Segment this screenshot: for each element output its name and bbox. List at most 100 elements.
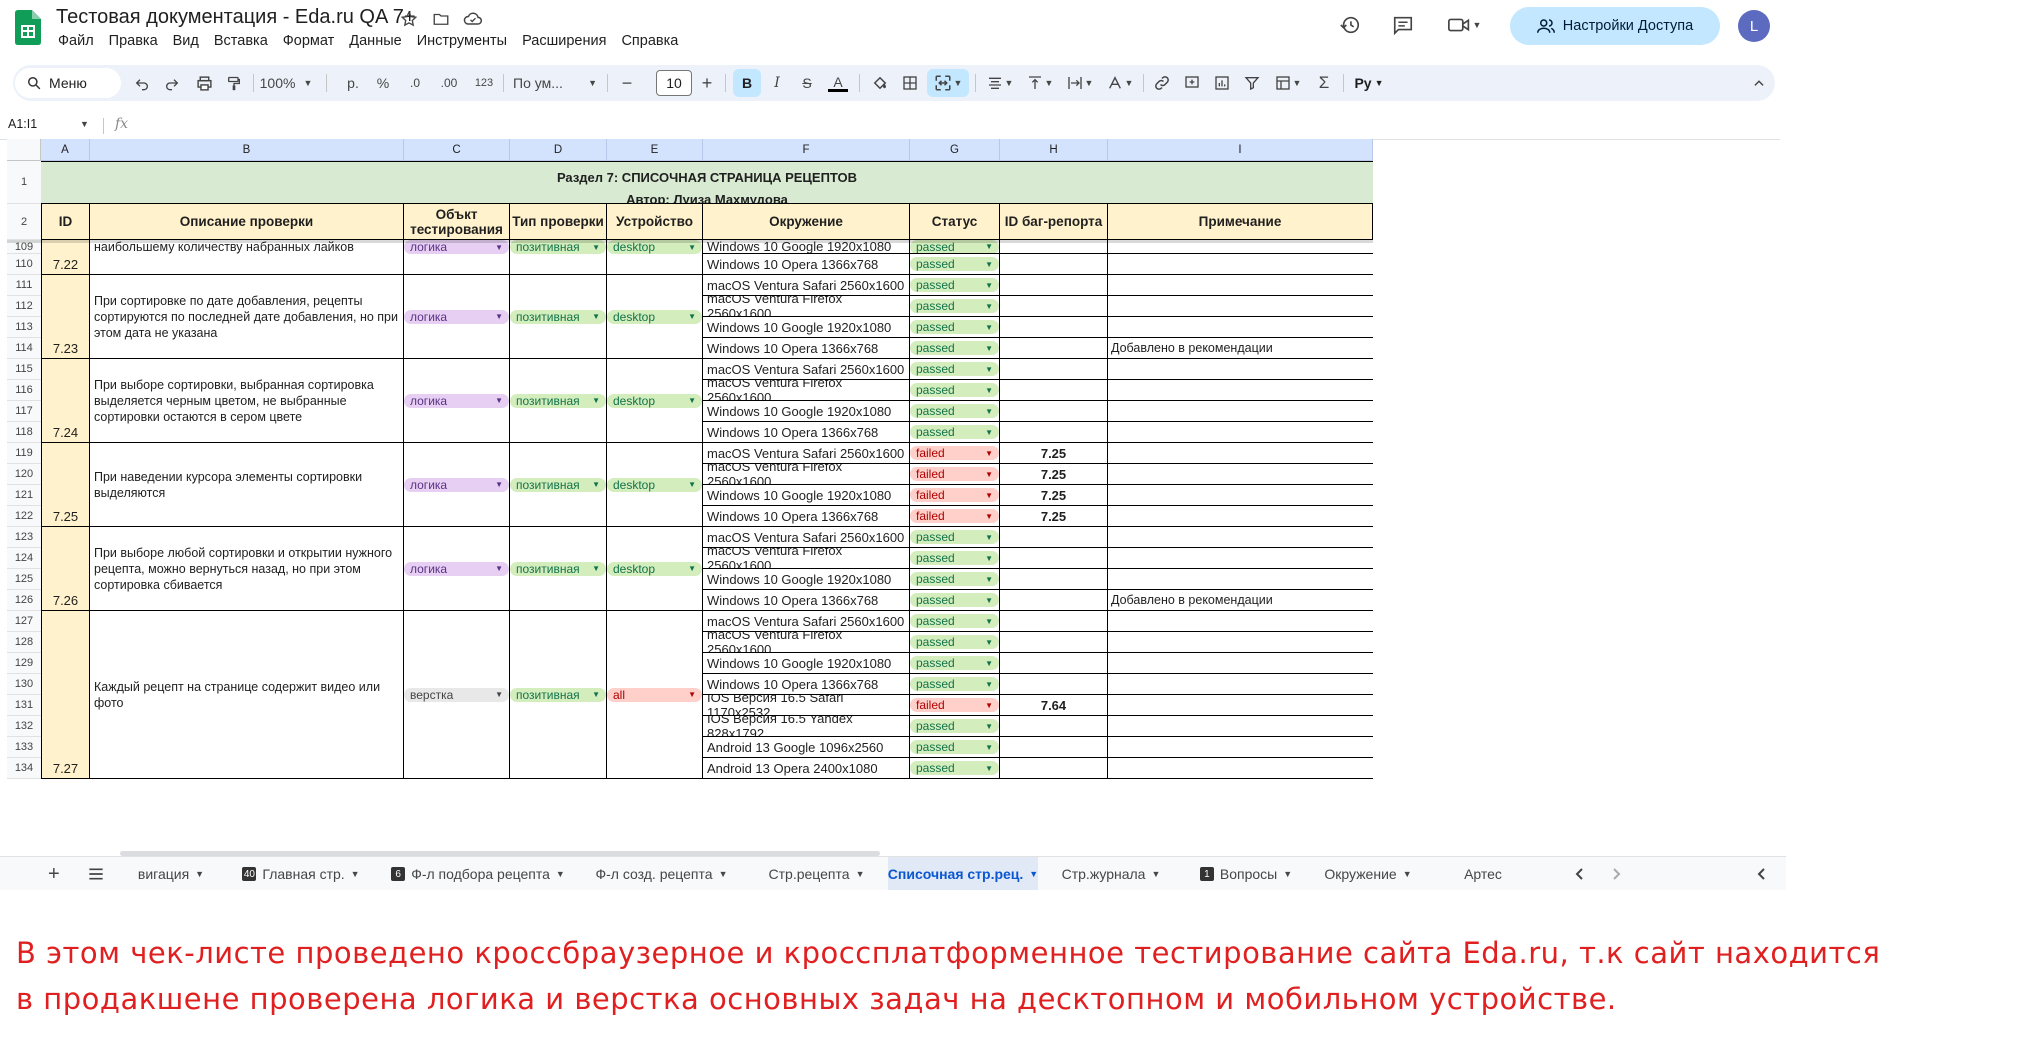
environment-cell[interactable]: macOS Ventura Safari 2560x1600 [703,359,910,380]
menu-insert[interactable]: Вставка [214,33,268,49]
row-header[interactable]: 1 [7,161,41,204]
status-cell[interactable]: passed ▼ [910,758,1000,779]
percent-format-button[interactable]: % [373,69,393,97]
chevron-down-icon[interactable]: ▼ [80,119,89,129]
note-cell[interactable] [1108,401,1373,422]
status-cell[interactable]: passed ▼ [910,275,1000,296]
note-cell[interactable] [1108,380,1373,401]
bug-report-cell[interactable] [1000,359,1108,380]
section-banner[interactable]: Раздел 7: СПИСОЧНАЯ СТРАНИЦА РЕЦЕПТОВ Авт… [41,161,1373,204]
column-header-b[interactable]: B [90,139,404,161]
header-cell-h[interactable]: ID баг-репорта [1000,204,1108,240]
comments-icon[interactable] [1390,12,1416,38]
text-rotation-icon[interactable]: ▼ [1103,69,1137,97]
description-cell[interactable]: При сортировке по дате добавления, рецеп… [90,275,404,359]
input-tools-button[interactable]: Py ▼ [1351,69,1387,97]
environment-cell[interactable]: macOS Ventura Firefox 2560x1600 [703,632,910,653]
status-chip[interactable]: passed ▼ [910,614,999,628]
chevron-down-icon[interactable]: ▼ [719,869,728,879]
name-box[interactable]: A1:I1 [8,117,37,131]
row-header[interactable]: 134 [7,758,41,779]
bug-report-cell[interactable]: 7.25 [1000,443,1108,464]
column-header-f[interactable]: F [703,139,910,161]
status-cell[interactable]: passed ▼ [910,632,1000,653]
sheets-logo-icon[interactable] [15,10,41,45]
status-chip[interactable]: passed ▼ [910,761,999,775]
device-cell[interactable]: desktop ▼ [607,359,703,443]
object-cell[interactable]: логика ▼ [404,359,510,443]
row-header[interactable]: 124 [7,548,41,569]
type-cell[interactable]: позитивная ▼ [510,359,607,443]
type-chip[interactable]: позитивная ▼ [510,309,606,324]
more-formats-button[interactable]: 123 [471,69,497,97]
status-cell[interactable]: passed ▼ [910,359,1000,380]
row-header[interactable]: 128 [7,632,41,653]
status-cell[interactable]: passed ▼ [910,527,1000,548]
bug-report-cell[interactable] [1000,632,1108,653]
header-cell-i[interactable]: Примечание [1108,204,1373,240]
status-cell[interactable]: failed ▼ [910,464,1000,485]
environment-cell[interactable]: macOS Ventura Firefox 2560x1600 [703,296,910,317]
vertical-scrollbar[interactable] [1780,139,1786,849]
environment-cell[interactable]: macOS Ventura Firefox 2560x1600 [703,464,910,485]
status-cell[interactable]: passed ▼ [910,296,1000,317]
sheet-tab[interactable]: 6 Ф-л подбора рецепта ▼ [378,857,578,890]
collapse-toolbar-icon[interactable] [1749,69,1769,97]
environment-cell[interactable]: Windows 10 Google 1920x1080 [703,317,910,338]
type-chip[interactable]: позитивная ▼ [510,687,606,702]
column-header-a[interactable]: A [41,139,90,161]
environment-cell[interactable]: macOS Ventura Safari 2560x1600 [703,611,910,632]
column-header-g[interactable]: G [910,139,1000,161]
bug-report-cell[interactable] [1000,527,1108,548]
note-cell[interactable]: Добавлено в рекомендации [1108,338,1373,359]
filter-icon[interactable] [1241,69,1263,97]
device-chip[interactable]: desktop ▼ [607,393,702,408]
bug-report-cell[interactable] [1000,590,1108,611]
bug-report-cell[interactable] [1000,422,1108,443]
note-cell[interactable] [1108,317,1373,338]
test-id-cell[interactable]: 7.23 [41,275,90,359]
print-icon[interactable] [193,69,215,97]
row-header[interactable]: 111 [7,275,41,296]
status-cell[interactable]: passed ▼ [910,401,1000,422]
note-cell[interactable] [1108,254,1373,275]
row-header[interactable]: 127 [7,611,41,632]
redo-icon[interactable] [161,69,183,97]
sidebar-collapse-icon[interactable] [1756,857,1766,890]
bug-report-cell[interactable] [1000,674,1108,695]
bug-report-cell[interactable] [1000,254,1108,275]
bold-button[interactable]: B [733,69,761,97]
insert-link-icon[interactable] [1151,69,1173,97]
row-header[interactable]: 131 [7,695,41,716]
header-cell-c[interactable]: Объкт тестирования [404,204,510,240]
bug-report-cell[interactable] [1000,611,1108,632]
column-header-i[interactable]: I [1108,139,1373,161]
bug-report-cell[interactable]: 7.25 [1000,506,1108,527]
bug-report-cell[interactable] [1000,569,1108,590]
status-chip[interactable]: passed ▼ [910,425,999,439]
row-header[interactable]: 123 [7,527,41,548]
sheet-tab[interactable]: 40 Главная стр. ▼ [224,857,378,890]
status-cell[interactable]: passed ▼ [910,569,1000,590]
note-cell[interactable] [1108,632,1373,653]
font-size-increase-button[interactable]: + [697,69,717,97]
chevron-down-icon[interactable]: ▼ [1029,869,1038,879]
environment-cell[interactable]: Windows 10 Google 1920x1080 [703,569,910,590]
paint-format-icon[interactable] [223,69,245,97]
tabs-scroll-right-icon[interactable] [1612,857,1622,890]
move-folder-icon[interactable] [430,8,452,30]
environment-cell[interactable]: macOS Ventura Firefox 2560x1600 [703,380,910,401]
status-cell[interactable]: failed ▼ [910,443,1000,464]
status-chip[interactable]: passed ▼ [910,257,999,271]
chevron-down-icon[interactable]: ▼ [856,869,865,879]
column-header-c[interactable]: C [404,139,510,161]
status-cell[interactable]: failed ▼ [910,506,1000,527]
sheet-tab[interactable]: Списочная стр.рец. ▼ [888,857,1038,890]
object-cell[interactable]: логика ▼ [404,275,510,359]
font-size-decrease-button[interactable]: − [617,69,637,97]
description-cell[interactable]: Каждый рецепт на странице содержит видео… [90,611,404,779]
chevron-down-icon[interactable]: ▼ [351,869,360,879]
status-chip[interactable]: passed ▼ [910,656,999,670]
undo-icon[interactable] [131,69,153,97]
device-chip[interactable]: desktop ▼ [607,477,702,492]
